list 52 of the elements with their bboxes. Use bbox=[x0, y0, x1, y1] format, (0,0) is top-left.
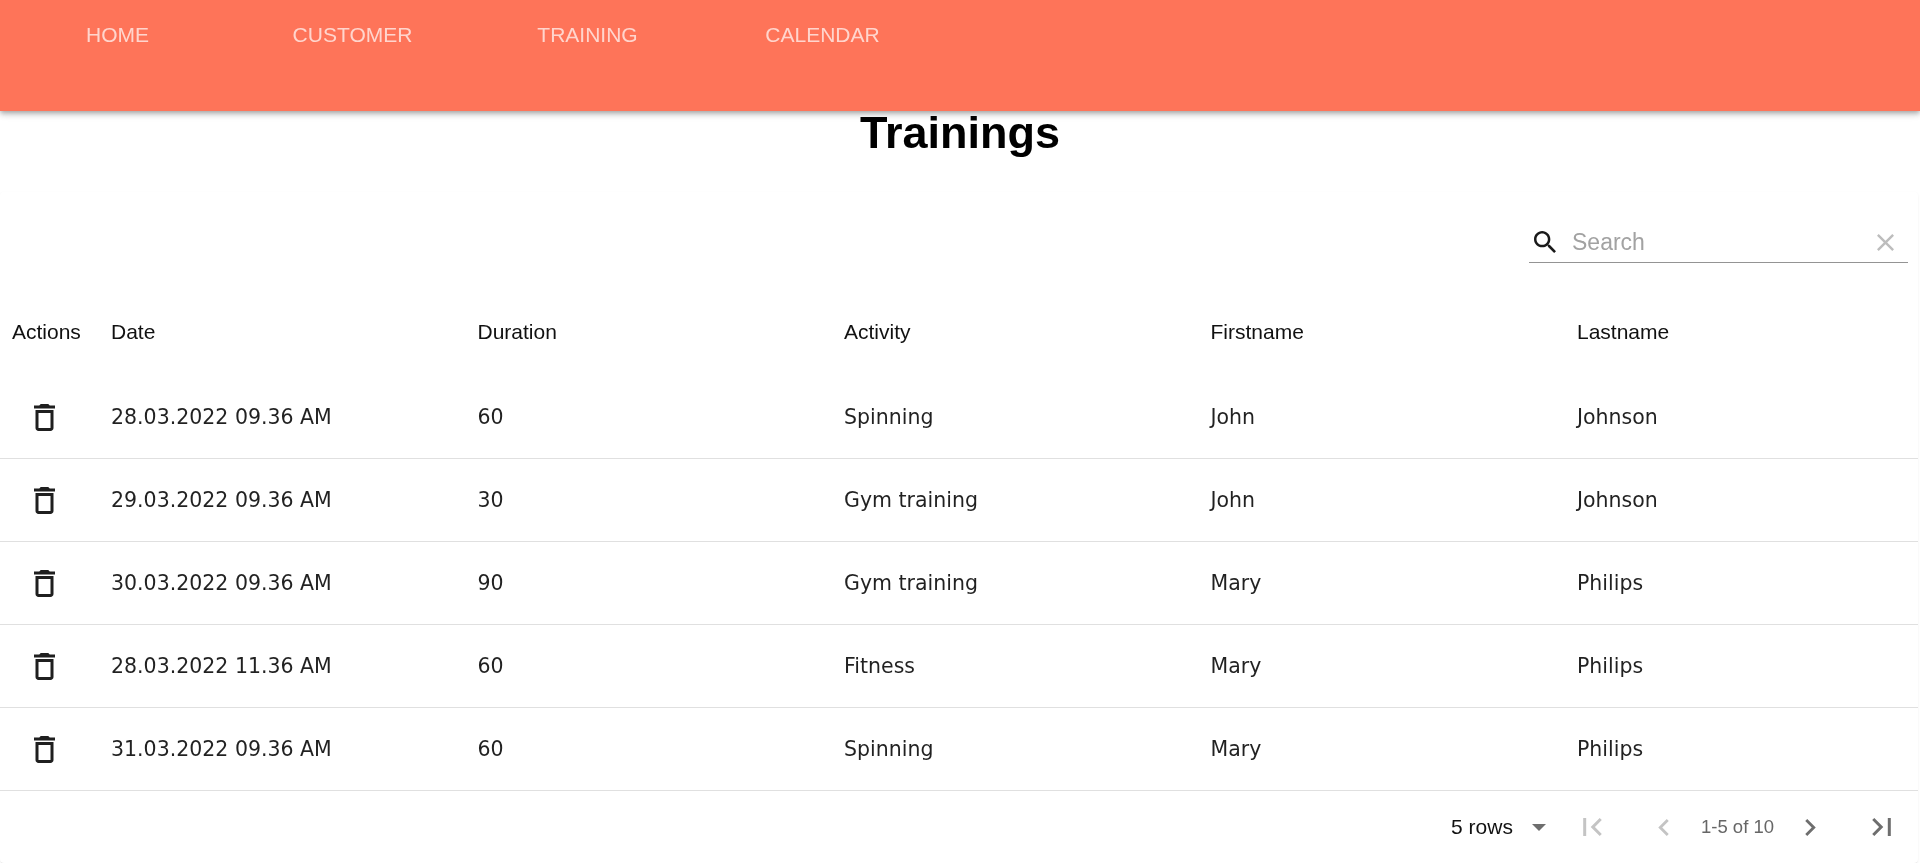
rows-per-page-select[interactable]: 5 rows bbox=[1451, 815, 1546, 839]
table-cell: Johnson bbox=[1577, 488, 1658, 512]
table-cell: 29.03.2022 09.36 AM bbox=[111, 488, 332, 512]
table-cell: 31.03.2022 09.36 AM bbox=[111, 737, 332, 761]
column-header: Firstname bbox=[1210, 320, 1304, 344]
column-header: Duration bbox=[477, 320, 557, 344]
table-cell: John bbox=[1210, 488, 1256, 512]
table-cell: Johnson bbox=[1577, 405, 1658, 429]
page-title: Trainings bbox=[859, 107, 1060, 157]
table-cell: Philips bbox=[1577, 654, 1644, 678]
table-cell: Philips bbox=[1577, 737, 1644, 761]
column-header: Lastname bbox=[1577, 320, 1670, 344]
table-cell: Gym training bbox=[844, 571, 978, 595]
table-cell: Mary bbox=[1210, 571, 1262, 595]
last-page-icon bbox=[1871, 818, 1891, 836]
nav-link[interactable]: HOME bbox=[0, 0, 235, 70]
table-cell: 60 bbox=[477, 654, 504, 678]
table-cell: 60 bbox=[477, 737, 504, 761]
table-cell: Philips bbox=[1577, 571, 1644, 595]
first-page-icon bbox=[1583, 818, 1603, 836]
search-icon bbox=[1534, 231, 1556, 253]
table-cell: 90 bbox=[477, 571, 504, 595]
table-cell: Spinning bbox=[844, 737, 934, 761]
chevron-right-icon bbox=[1804, 818, 1816, 836]
column-header: Date bbox=[111, 320, 156, 344]
trash-icon bbox=[33, 569, 55, 597]
table-cell: Mary bbox=[1210, 654, 1262, 678]
trash-icon bbox=[33, 735, 55, 763]
chevron-left-icon bbox=[1658, 818, 1670, 836]
table-cell: Fitness bbox=[844, 654, 915, 678]
table-cell: Mary bbox=[1210, 737, 1262, 761]
trash-icon bbox=[33, 486, 55, 514]
nav-link[interactable]: TRAINING bbox=[470, 0, 705, 70]
trash-icon bbox=[33, 403, 55, 431]
nav-link[interactable]: CALENDAR bbox=[705, 0, 940, 70]
table-cell: 30 bbox=[477, 488, 504, 512]
table-cell: 30.03.2022 09.36 AM bbox=[111, 571, 332, 595]
trash-icon bbox=[33, 652, 55, 680]
caret-icon bbox=[1531, 823, 1546, 831]
table-cell: 28.03.2022 09.36 AM bbox=[111, 405, 332, 429]
page-range: 1-5 of 10 bbox=[1700, 816, 1774, 838]
table-cell: Spinning bbox=[844, 405, 934, 429]
nav-link[interactable]: CUSTOMER bbox=[235, 0, 470, 70]
search-input[interactable]: Search bbox=[1572, 226, 1869, 258]
table-cell: Gym training bbox=[844, 488, 978, 512]
column-header: Activity bbox=[844, 320, 911, 344]
table-cell: John bbox=[1210, 405, 1256, 429]
column-header: Actions bbox=[12, 320, 81, 344]
close-icon bbox=[1877, 233, 1894, 251]
table-cell: 60 bbox=[477, 405, 504, 429]
search-field[interactable]: Search bbox=[1529, 222, 1908, 263]
table-cell: 28.03.2022 11.36 AM bbox=[111, 654, 332, 678]
